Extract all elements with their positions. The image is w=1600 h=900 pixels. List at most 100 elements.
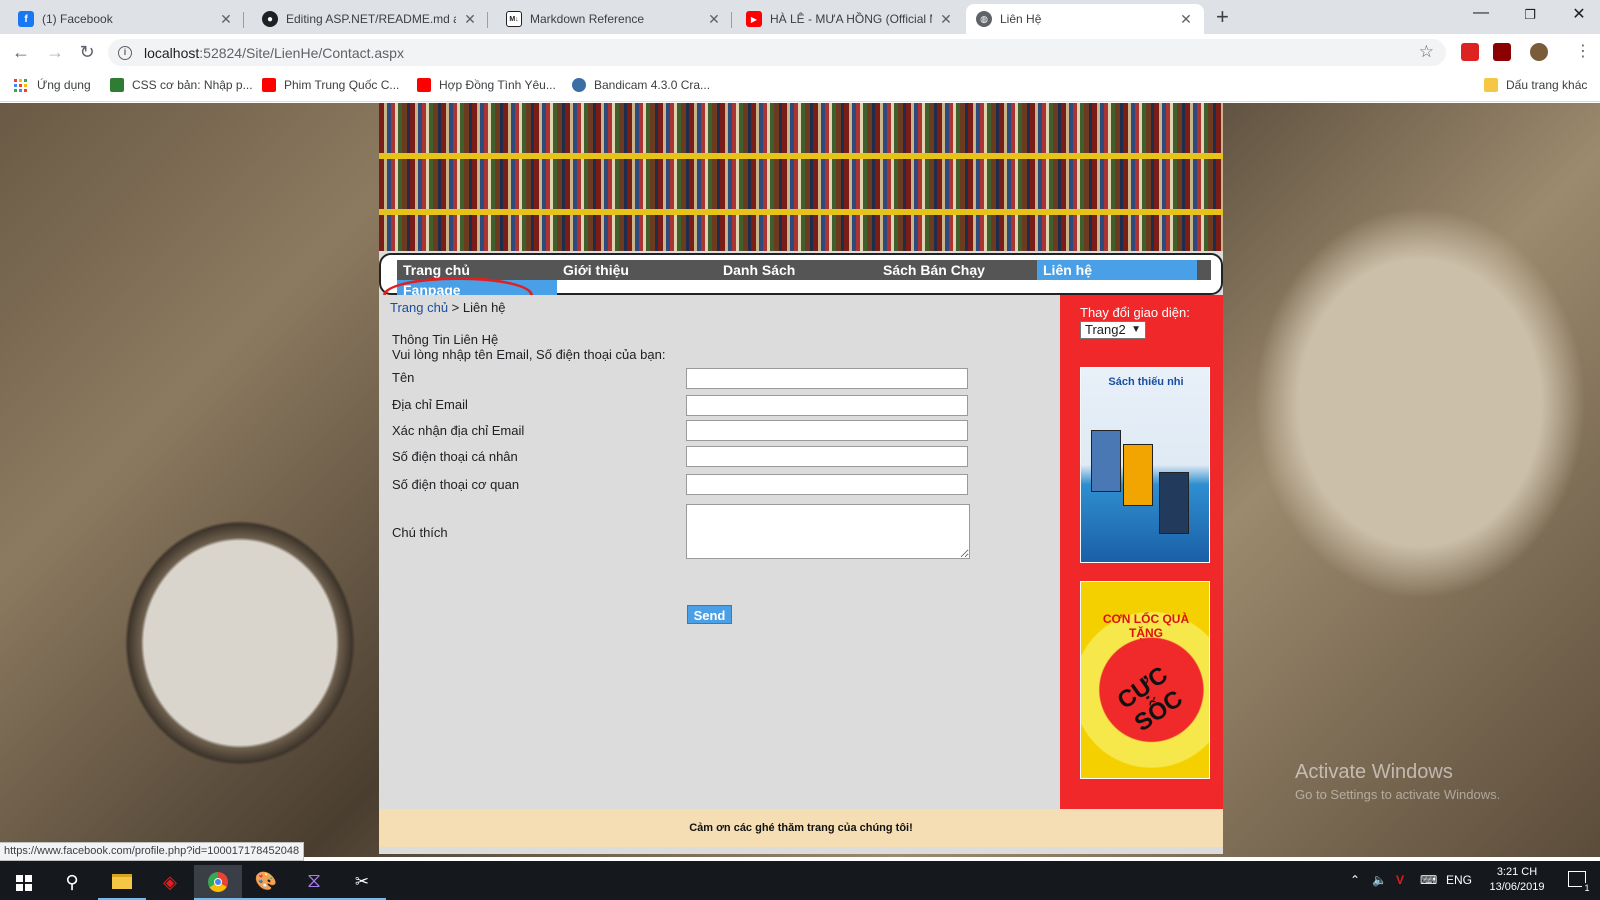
new-tab-button[interactable]: + — [1216, 6, 1229, 28]
activate-windows-watermark: Activate Windows — [1295, 761, 1453, 783]
other-bookmarks[interactable]: Dấu trang khác — [1484, 78, 1587, 92]
tab-title: Markdown Reference — [530, 12, 645, 26]
extension-red-icon[interactable] — [1461, 43, 1479, 61]
tab-title: HÀ LÊ - MƯA HỒNG (Official MV — [770, 12, 932, 26]
forward-icon[interactable]: → — [44, 41, 66, 63]
bookmark-hop-dong[interactable]: Hợp Đồng Tình Yêu... — [417, 78, 556, 92]
confirm-email-label: Xác nhận địa chỉ Email — [392, 423, 525, 438]
theme-label: Thay đổi giao diện: — [1080, 305, 1190, 320]
volume-icon[interactable]: 🔈 — [1372, 873, 1387, 887]
vietkey-icon[interactable]: V — [1396, 873, 1404, 887]
tab-lien-he[interactable]: ◍ Liên Hệ ✕ — [966, 4, 1204, 34]
bookmark-label: Bandicam 4.3.0 Cra... — [594, 78, 711, 92]
info-icon[interactable]: i — [118, 45, 132, 60]
tab-github[interactable]: ● Editing ASP.NET/README.md at ✕ — [252, 4, 488, 34]
ad-gift-promo[interactable]: CƠN LỐC QUÀ TẶNG CỰC SỐC — [1080, 581, 1210, 779]
network-icon[interactable]: ⌨ — [1420, 873, 1437, 887]
visual-studio-icon[interactable]: ⧖ — [290, 865, 338, 900]
chrome-icon[interactable] — [194, 865, 242, 900]
personal-phone-input[interactable] — [686, 446, 968, 467]
email-label: Địa chỉ Email — [392, 397, 468, 412]
ad-children-books[interactable]: Sách thiếu nhi — [1080, 367, 1210, 563]
url-path: :52824/Site/LienHe/Contact.aspx — [199, 44, 404, 61]
bookmark-label: Ứng dụng — [37, 78, 91, 92]
windows-start-icon[interactable] — [0, 865, 48, 900]
menu-item-sach-ban-chay[interactable]: Sách Bán Chạy — [877, 260, 1037, 280]
page-viewport: Activate Windows Go to Settings to activ… — [0, 103, 1600, 857]
profile-avatar-icon[interactable] — [1530, 43, 1548, 61]
language-indicator[interactable]: ENG — [1446, 873, 1472, 887]
back-icon[interactable]: ← — [10, 41, 32, 63]
menu-item-gioi-thieu[interactable]: Giới thiệu — [557, 260, 717, 280]
bookmark-apps[interactable]: Ứng dụng — [14, 78, 91, 92]
bookmark-phim[interactable]: Phim Trung Quốc C... — [262, 78, 399, 92]
search-icon[interactable]: ⚲ — [48, 865, 96, 900]
youtube-icon — [262, 78, 276, 92]
book-cover-image — [1091, 430, 1121, 492]
facebook-icon: f — [18, 11, 34, 27]
theme-select[interactable]: Trang2 ▼ — [1080, 321, 1146, 339]
github-icon: ● — [262, 11, 278, 27]
youtube-icon: ▶ — [746, 11, 762, 27]
close-icon[interactable]: ✕ — [1178, 11, 1194, 28]
ad-title: CƠN LỐC QUÀ TẶNG — [1102, 612, 1190, 640]
garena-icon[interactable]: ◈ — [146, 865, 194, 900]
site-container: Trang chủ Giới thiệu Danh Sách Sách Bán … — [379, 103, 1223, 854]
tab-markdown[interactable]: M↓ Markdown Reference ✕ — [496, 4, 732, 34]
snipping-tool-icon[interactable]: ✂ — [338, 865, 386, 900]
close-icon[interactable]: ✕ — [462, 11, 478, 28]
taskbar-clock[interactable]: 3:21 CH 13/06/2019 — [1482, 865, 1552, 895]
tab-youtube[interactable]: ▶ HÀ LÊ - MƯA HỒNG (Official MV ✕ — [736, 4, 964, 34]
confirm-email-input[interactable] — [686, 420, 968, 441]
close-icon[interactable]: ✕ — [706, 11, 722, 28]
bookshelf-banner — [379, 103, 1223, 251]
close-icon[interactable]: ✕ — [938, 11, 954, 28]
ad-main-text: CỰC SỐC — [1112, 661, 1188, 738]
tab-title: Editing ASP.NET/README.md at — [286, 12, 456, 26]
breadcrumb-current: Liên hệ — [462, 300, 506, 315]
bookmark-bandicam[interactable]: Bandicam 4.3.0 Cra... — [572, 78, 710, 92]
menu-item-lien-he[interactable]: Liên hệ — [1037, 260, 1197, 280]
name-label: Tên — [392, 370, 415, 385]
tray-chevron-icon[interactable]: ⌃ — [1350, 873, 1360, 887]
reload-icon[interactable]: ↻ — [76, 41, 98, 63]
windows-taskbar: ⚲ ◈ 🎨 ⧖ ✂ ⌃ 🔈 V ⌨ ENG 3:21 CH 13/06/2019… — [0, 861, 1600, 900]
menu-bar: Trang chủ Giới thiệu Danh Sách Sách Bán … — [397, 260, 1211, 280]
star-icon[interactable]: ☆ — [1419, 42, 1434, 62]
email-input[interactable] — [686, 395, 968, 416]
bookmark-green-icon — [110, 78, 124, 92]
tab-facebook[interactable]: f (1) Facebook ✕ — [8, 4, 244, 34]
theme-selected-value: Trang2 — [1085, 322, 1126, 337]
bookmark-label: CSS cơ bản: Nhập p... — [132, 78, 253, 92]
file-explorer-icon[interactable] — [98, 865, 146, 900]
close-icon[interactable]: ✕ — [218, 11, 234, 28]
window-close-icon[interactable]: ✕ — [1564, 4, 1594, 24]
contact-content: Trang chủ > Liên hệ Thông Tin Liên Hệ Vu… — [379, 295, 1060, 809]
extension-shield-icon[interactable] — [1493, 43, 1511, 61]
right-sidebar: Thay đổi giao diện: Trang2 ▼ Sách thiếu … — [1060, 295, 1223, 809]
address-bar[interactable]: i localhost:52824/Site/LienHe/Contact.as… — [108, 39, 1446, 66]
bookmark-css[interactable]: CSS cơ bản: Nhập p... — [110, 78, 253, 92]
menu-item-danh-sach[interactable]: Danh Sách — [717, 260, 877, 280]
office-phone-label: Số điện thoại cơ quan — [392, 477, 520, 492]
folder-icon — [1484, 78, 1498, 92]
name-input[interactable] — [686, 368, 968, 389]
paint-icon[interactable]: 🎨 — [242, 865, 290, 900]
office-phone-input[interactable] — [686, 474, 968, 495]
tab-strip: f (1) Facebook ✕ ● Editing ASP.NET/READM… — [0, 0, 1600, 34]
notification-count: 1 — [1582, 883, 1592, 893]
book-cover-image — [1159, 472, 1189, 534]
menu-kebab-icon[interactable]: ⋮ — [1572, 41, 1594, 63]
form-heading: Thông Tin Liên Hệ — [392, 332, 499, 347]
note-label: Chú thích — [392, 525, 448, 540]
markdown-icon: M↓ — [506, 11, 522, 27]
send-button[interactable]: Send — [687, 605, 732, 624]
restore-icon[interactable]: ❐ — [1515, 7, 1545, 23]
minimize-icon[interactable]: — — [1466, 4, 1496, 22]
breadcrumb-home-link[interactable]: Trang chủ — [390, 300, 448, 315]
clock-time: 3:21 CH — [1496, 866, 1538, 878]
apps-grid-icon — [14, 78, 27, 92]
status-bar-url: https://www.facebook.com/profile.php?id=… — [0, 842, 305, 861]
ad-title: Sách thiếu nhi — [1108, 376, 1184, 388]
note-textarea[interactable] — [686, 504, 970, 559]
